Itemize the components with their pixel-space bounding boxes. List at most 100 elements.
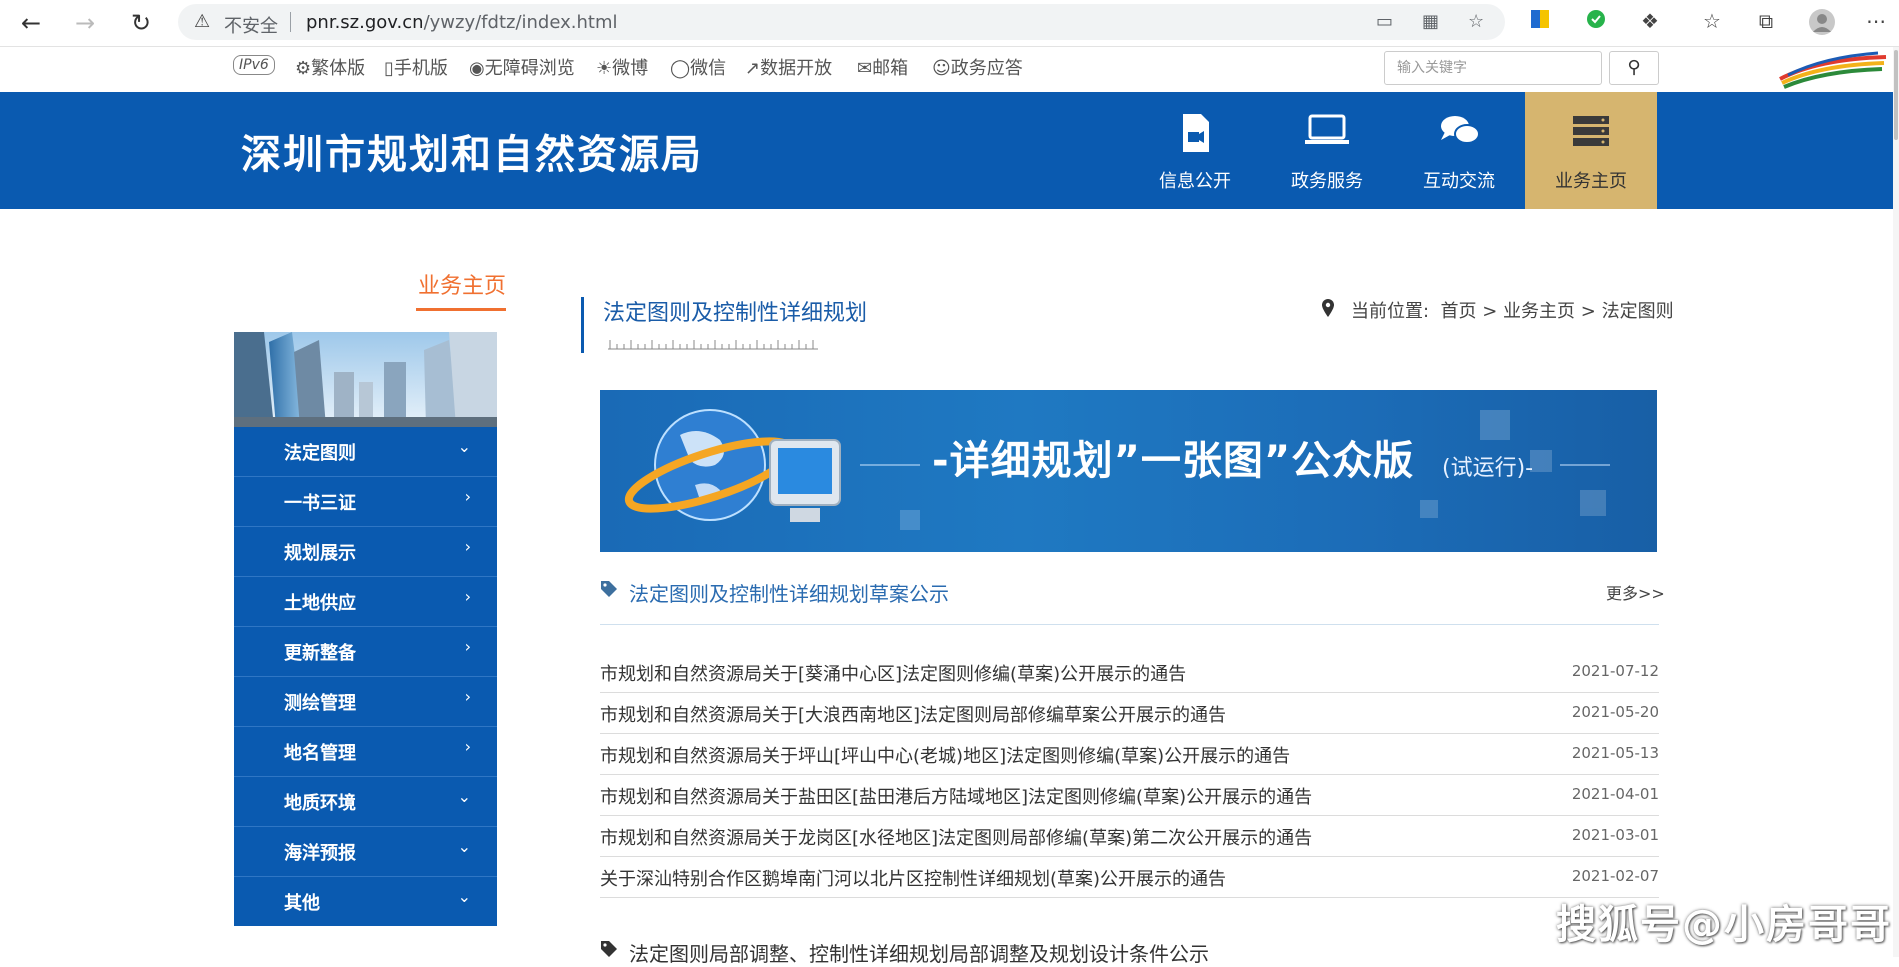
address-bar[interactable]: ⚠ 不安全 pnr.sz.gov.cn/ywzy/fdtz/index.html… bbox=[178, 4, 1505, 40]
chevron-down-icon: ⌄ bbox=[457, 437, 471, 456]
nav-label: 互动交流 bbox=[1423, 171, 1495, 192]
sidebar-item-fdtz[interactable]: 法定图则 ⌄ bbox=[234, 427, 497, 477]
sidebar-item-geology[interactable]: 地质环境 ⌄ bbox=[234, 777, 497, 827]
breadcrumb-path[interactable]: 首页 > 业务主页 > 法定图则 bbox=[1441, 301, 1674, 322]
chevron-right-icon: › bbox=[464, 637, 471, 656]
search-button[interactable]: ⚲ bbox=[1609, 51, 1659, 85]
gov-qa-link[interactable]: ☺政务应答 bbox=[932, 54, 1023, 80]
notice-title[interactable]: 市规划和自然资源局关于龙岗区[水径地区]法定图则局部修编(草案)第二次公开展示的… bbox=[600, 824, 1312, 850]
chart-icon: ↗ bbox=[745, 58, 761, 79]
list-item[interactable]: 关于深汕特别合作区鹅埠南门河以北片区控制性详细规划(草案)公开展示的通告 2021… bbox=[600, 857, 1659, 898]
nav-interaction[interactable]: 互动交流 bbox=[1393, 92, 1525, 209]
nav-label: 政务服务 bbox=[1291, 171, 1363, 192]
address-separator bbox=[290, 12, 291, 32]
favorites-icon[interactable]: ☆ bbox=[1698, 9, 1726, 33]
notice-date: 2021-02-07 bbox=[1571, 867, 1659, 885]
sidebar-item-other[interactable]: 其他 ⌄ bbox=[234, 877, 497, 926]
tag-icon bbox=[601, 941, 617, 957]
ruler-decoration bbox=[608, 340, 818, 350]
laptop-icon bbox=[1305, 114, 1349, 144]
forward-arrow-icon[interactable]: → bbox=[70, 8, 100, 38]
section-title: 法定图则及控制性详细规划草案公示 bbox=[629, 582, 949, 606]
traditional-chinese-link[interactable]: ⚙繁体版 bbox=[295, 54, 365, 80]
site-header: 深圳市规划和自然资源局 信息公开 政务服务 互动交流 业务主页 bbox=[0, 92, 1899, 209]
list-item[interactable]: 市规划和自然资源局关于坪山[坪山中心(老城)地区]法定图则修编(草案)公开展示的… bbox=[600, 734, 1659, 775]
tag-icon bbox=[601, 581, 617, 597]
profile-avatar-icon[interactable] bbox=[1808, 9, 1836, 40]
scrollbar-thumb[interactable] bbox=[1894, 50, 1898, 140]
notice-title[interactable]: 市规划和自然资源局关于[葵涌中心区]法定图则修编(草案)公开展示的通告 bbox=[600, 660, 1186, 686]
accessibility-link[interactable]: ◉无障碍浏览 bbox=[469, 54, 575, 80]
sidebar-item-place-names[interactable]: 地名管理 › bbox=[234, 727, 497, 777]
list-item[interactable]: 市规划和自然资源局关于[葵涌中心区]法定图则修编(草案)公开展示的通告 2021-… bbox=[600, 652, 1659, 693]
mobile-icon: ▯ bbox=[384, 58, 394, 79]
reload-icon[interactable]: ↻ bbox=[126, 8, 156, 38]
nav-business-home[interactable]: 业务主页 bbox=[1525, 92, 1657, 209]
list-item[interactable]: 市规划和自然资源局关于盐田区[盐田港后方陆域地区]法定图则修编(草案)公开展示的… bbox=[600, 775, 1659, 816]
gear-icon: ⚙ bbox=[295, 58, 312, 79]
mail-icon: ✉ bbox=[857, 58, 873, 79]
chevron-right-icon: › bbox=[464, 587, 471, 606]
server-stack-icon bbox=[1573, 116, 1609, 146]
add-favorite-icon[interactable]: ☆ bbox=[1468, 11, 1484, 32]
notice-title[interactable]: 市规划和自然资源局关于盐田区[盐田港后方陆域地区]法定图则修编(草案)公开展示的… bbox=[600, 783, 1312, 809]
scrollbar-track[interactable] bbox=[1893, 47, 1899, 957]
page-title: 法定图则及控制性详细规划 bbox=[603, 301, 868, 326]
nav-label: 业务主页 bbox=[1555, 171, 1627, 192]
notice-date: 2021-07-12 bbox=[1571, 662, 1659, 680]
email-link[interactable]: ✉邮箱 bbox=[857, 54, 908, 80]
more-menu-icon[interactable]: ⋯ bbox=[1862, 9, 1890, 33]
verified-extension-icon[interactable] bbox=[1582, 9, 1610, 34]
notice-date: 2021-03-01 bbox=[1571, 826, 1659, 844]
weibo-link[interactable]: ☀微博 bbox=[596, 54, 648, 80]
url-text[interactable]: pnr.sz.gov.cn/ywzy/fdtz/index.html bbox=[306, 12, 617, 33]
notice-title[interactable]: 关于深汕特别合作区鹅埠南门河以北片区控制性详细规划(草案)公开展示的通告 bbox=[600, 865, 1226, 891]
sidebar-item-yishusanzheng[interactable]: 一书三证 › bbox=[234, 477, 497, 527]
collections-icon[interactable]: ⧉ bbox=[1752, 9, 1780, 33]
sidebar-title-underline bbox=[416, 308, 506, 311]
notice-date: 2021-05-13 bbox=[1571, 744, 1659, 762]
warning-icon[interactable]: ⚠ bbox=[194, 11, 210, 32]
extensions-puzzle-icon[interactable]: ❖ bbox=[1636, 9, 1664, 33]
sidebar-item-surveying[interactable]: 测绘管理 › bbox=[234, 677, 497, 727]
search-icon: ⚲ bbox=[1627, 57, 1641, 78]
notice-date: 2021-05-20 bbox=[1571, 703, 1659, 721]
back-arrow-icon[interactable]: ← bbox=[16, 8, 46, 38]
detailed-planning-map-banner[interactable]: -详细规划”一张图”公众版 (试运行)- bbox=[600, 390, 1657, 552]
sohu-watermark: 搜狐号@小房哥哥 bbox=[1556, 902, 1892, 948]
wechat-link[interactable]: ◯微信 bbox=[670, 54, 726, 80]
nav-label: 信息公开 bbox=[1159, 171, 1231, 192]
extension-icon[interactable] bbox=[1526, 9, 1554, 34]
app-available-icon[interactable]: ▭ bbox=[1376, 11, 1393, 32]
more-link[interactable]: 更多>> bbox=[1606, 580, 1665, 604]
breadcrumb: 当前位置: 首页 > 业务主页 > 法定图则 bbox=[1351, 297, 1674, 323]
chevron-down-icon: ⌄ bbox=[457, 887, 471, 906]
chevron-right-icon: › bbox=[464, 737, 471, 756]
search-input[interactable]: 输入关键字 bbox=[1384, 51, 1602, 85]
notice-title[interactable]: 市规划和自然资源局关于坪山[坪山中心(老城)地区]法定图则修编(草案)公开展示的… bbox=[600, 742, 1290, 768]
sidebar-item-renewal[interactable]: 更新整备 › bbox=[234, 627, 497, 677]
mobile-version-link[interactable]: ▯手机版 bbox=[384, 54, 448, 80]
sidebar-item-land-supply[interactable]: 土地供应 › bbox=[234, 577, 497, 627]
chevron-down-icon: ⌄ bbox=[457, 837, 471, 856]
nav-gov-services[interactable]: 政务服务 bbox=[1261, 92, 1393, 209]
chevron-right-icon: › bbox=[464, 687, 471, 706]
chevron-right-icon: › bbox=[464, 487, 471, 506]
browser-toolbar: ← → ↻ ⚠ 不安全 pnr.sz.gov.cn/ywzy/fdtz/inde… bbox=[0, 0, 1899, 47]
qr-code-icon[interactable]: ▦ bbox=[1422, 11, 1439, 32]
banner-main-text: -详细规划”一张图”公众版 bbox=[932, 438, 1415, 484]
list-item[interactable]: 市规划和自然资源局关于龙岗区[水径地区]法定图则局部修编(草案)第二次公开展示的… bbox=[600, 816, 1659, 857]
sidebar-item-planning-display[interactable]: 规划展示 › bbox=[234, 527, 497, 577]
wechat-icon: ◯ bbox=[670, 58, 691, 79]
notice-title[interactable]: 市规划和自然资源局关于[大浪西南地区]法定图则局部修编草案公开展示的通告 bbox=[600, 701, 1226, 727]
list-item[interactable]: 市规划和自然资源局关于[大浪西南地区]法定图则局部修编草案公开展示的通告 2021… bbox=[600, 693, 1659, 734]
chevron-down-icon: ⌄ bbox=[457, 787, 471, 806]
site-title[interactable]: 深圳市规划和自然资源局 bbox=[241, 122, 703, 180]
notice-list: 市规划和自然资源局关于[葵涌中心区]法定图则修编(草案)公开展示的通告 2021-… bbox=[600, 652, 1659, 898]
open-data-link[interactable]: ↗数据开放 bbox=[745, 54, 832, 80]
sidebar-menu: 法定图则 ⌄ 一书三证 › 规划展示 › 土地供应 › 更新整备 › 测绘管理 › 地名管理… bbox=[234, 427, 497, 926]
sidebar-item-ocean-forecast[interactable]: 海洋预报 ⌄ bbox=[234, 827, 497, 877]
nav-info-disclosure[interactable]: 信息公开 bbox=[1129, 92, 1261, 209]
city-skyline-image bbox=[234, 332, 497, 427]
eye-icon: ◉ bbox=[469, 58, 485, 79]
